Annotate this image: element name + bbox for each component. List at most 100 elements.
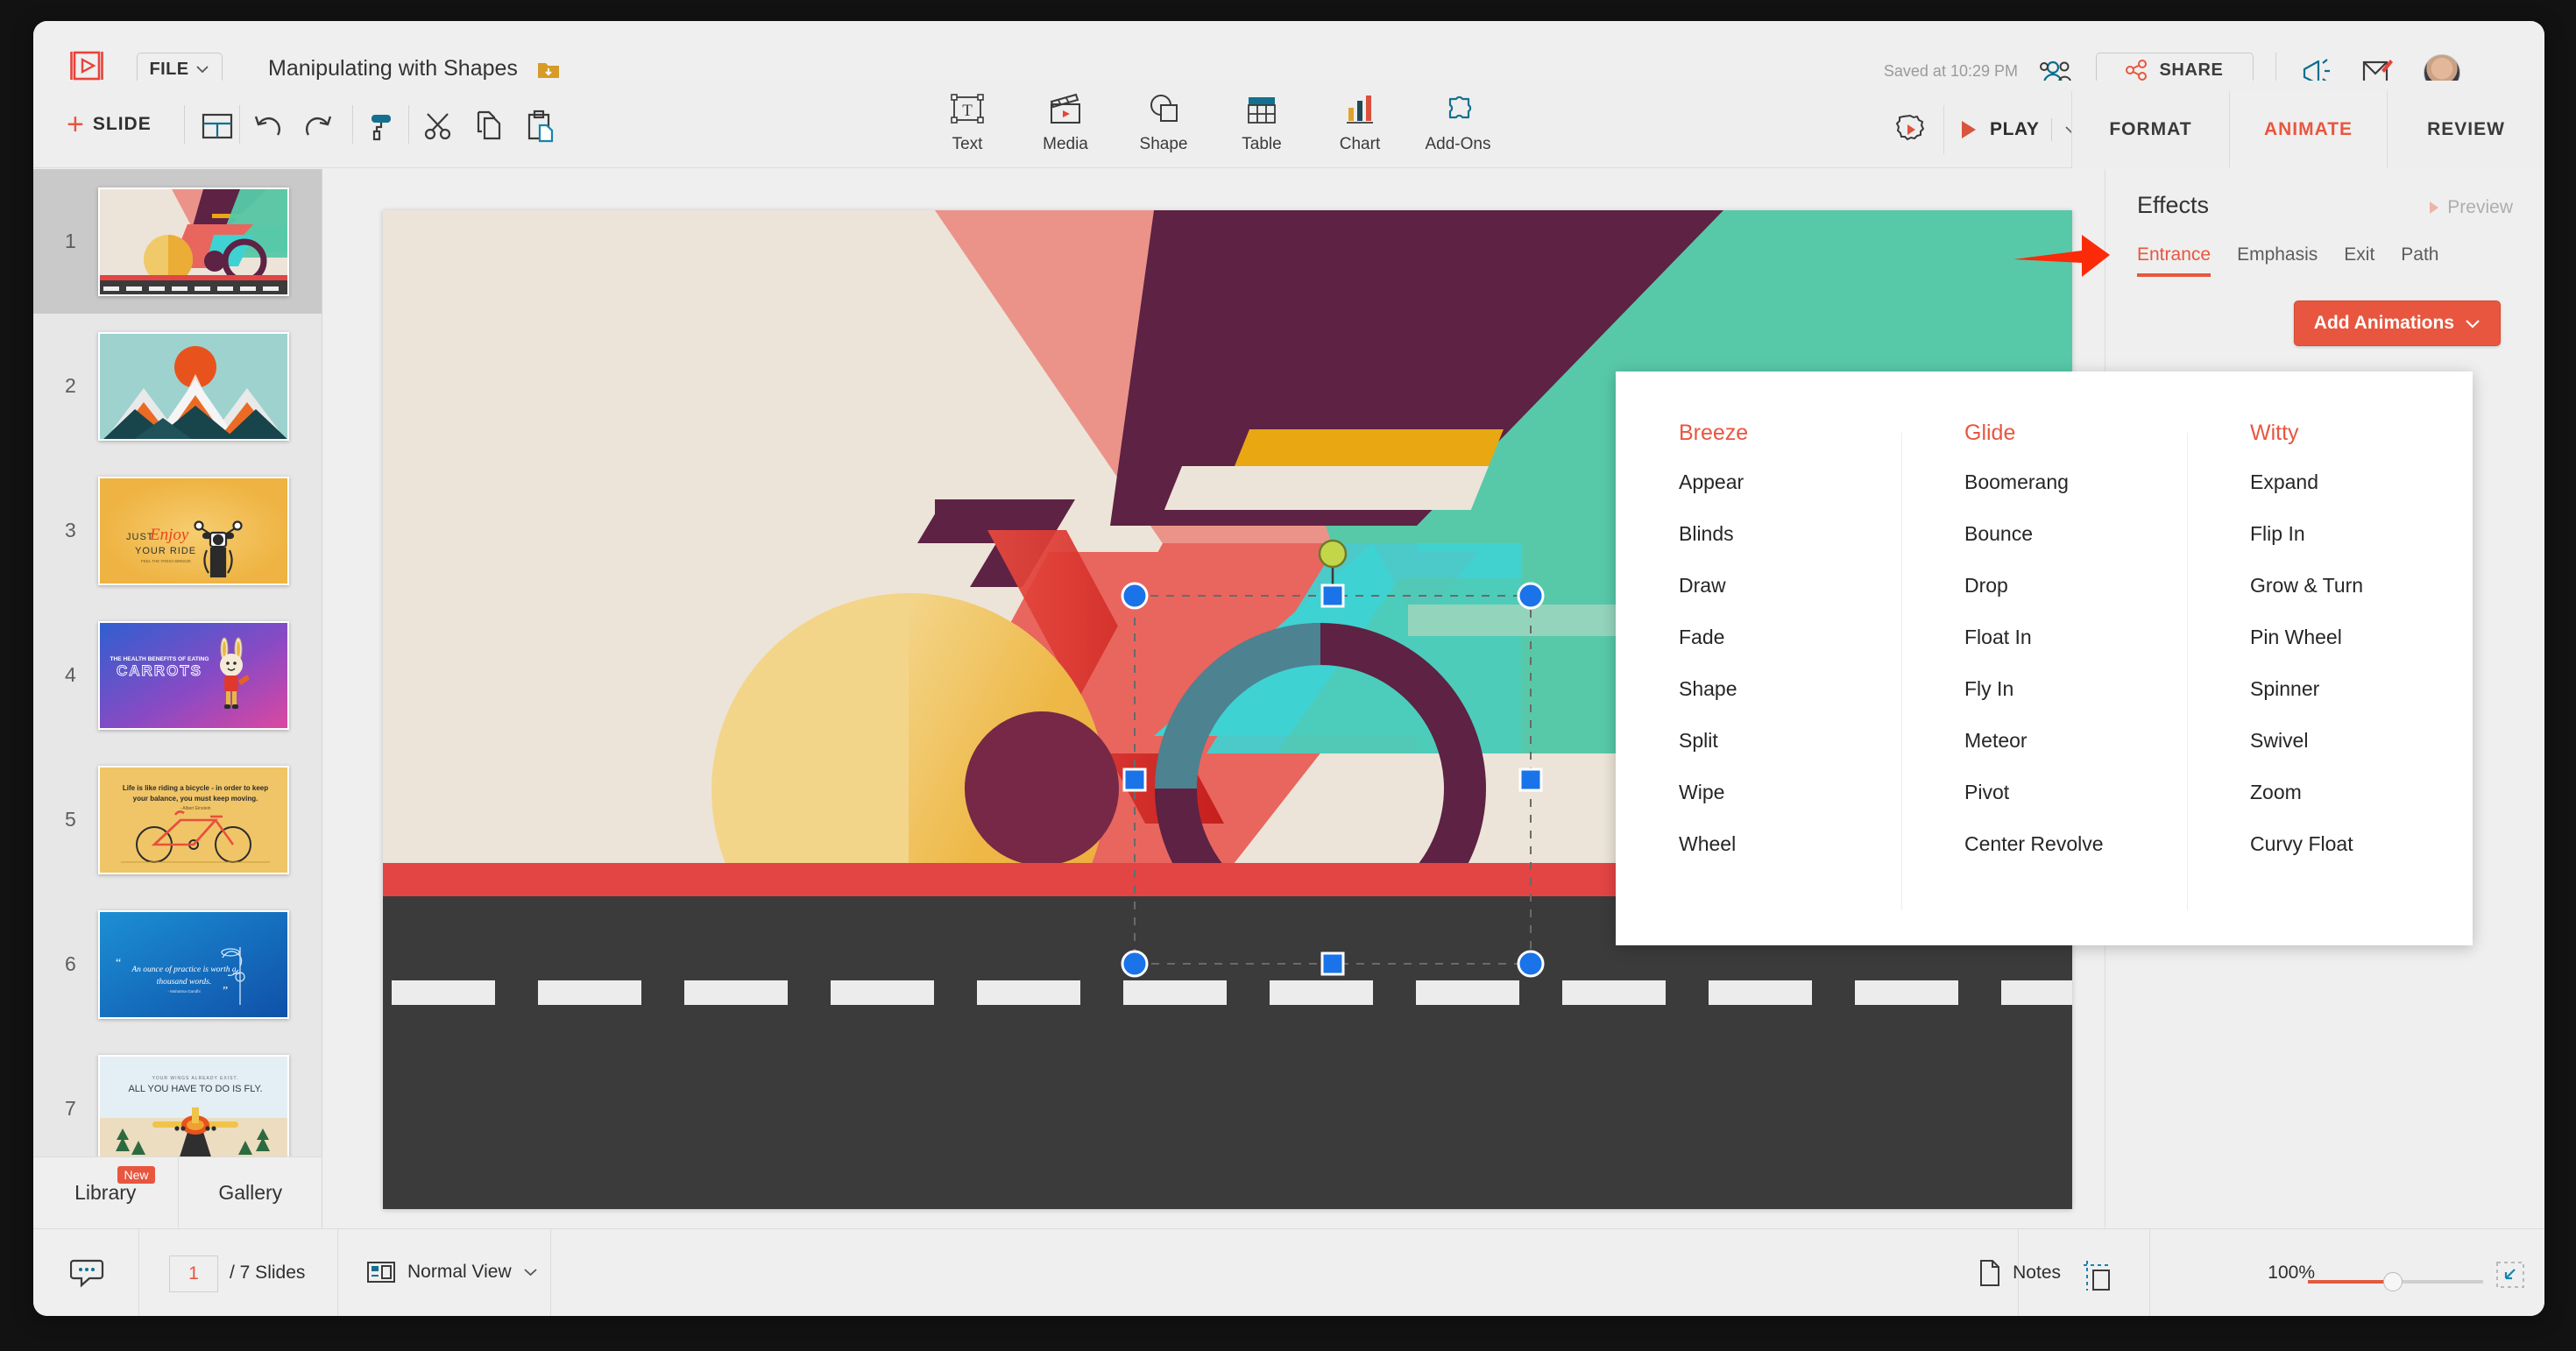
tab-exit[interactable]: Exit [2344,244,2374,277]
slide-total-label: / 7 Slides [230,1263,306,1283]
insert-shape-button[interactable]: Shape [1115,89,1213,154]
fit-to-screen-icon[interactable] [2495,1261,2525,1289]
play-triangle-icon [1962,121,1976,138]
animation-option[interactable]: Zoom [2250,781,2473,804]
tab-path[interactable]: Path [2401,244,2438,277]
tab-gallery[interactable]: Gallery [177,1157,322,1228]
slide-thumbnail-7[interactable]: 7 YOUR WINGS ALREADY EXIST. ALL YOU HAVE… [33,1036,322,1156]
notes-page-icon [1980,1260,2000,1286]
slide-number: 7 [65,1097,76,1120]
svg-text:Enjoy: Enjoy [149,526,189,544]
svg-text:thousand words.: thousand words. [157,978,211,987]
animation-option[interactable]: Meteor [1964,729,2187,753]
file-menu-label: FILE [149,59,189,79]
svg-text:FEEL THE FRESH BREEZE: FEEL THE FRESH BREEZE [141,559,191,563]
animation-option[interactable]: Fade [1679,626,1901,649]
slide-thumbnail-panel: 1 2 3 JUST Enjoy YOUR RIDE FEEL THE FRES… [33,169,322,1228]
svg-text:”: ” [223,985,228,998]
notes-button[interactable]: Notes [1978,1259,2061,1287]
animation-option[interactable]: Grow & Turn [2250,574,2473,598]
animation-option[interactable]: Swivel [2250,729,2473,753]
animation-option[interactable]: Pivot [1964,781,2187,804]
tab-emphasis[interactable]: Emphasis [2237,244,2318,277]
animation-option[interactable]: Float In [1964,626,2187,649]
animation-option[interactable]: Draw [1679,574,1901,598]
slide-list[interactable]: 1 2 3 JUST Enjoy YOUR RIDE FEEL THE FRES… [33,169,322,1156]
svg-text:- Albert Einstein: - Albert Einstein [180,806,210,811]
slide-number: 1 [65,230,76,252]
animation-option[interactable]: Expand [2250,470,2473,494]
insert-media-button[interactable]: Media [1016,89,1115,154]
insert-shape-label: Shape [1139,135,1188,153]
animation-option[interactable]: Center Revolve [1964,832,2187,856]
library-gallery-tabs: Library New Gallery [33,1156,322,1228]
media-clapperboard-icon [1046,89,1085,130]
preview-button[interactable]: Preview [2428,197,2513,218]
animation-option[interactable]: Split [1679,729,1901,753]
insert-table-button[interactable]: Table [1213,89,1311,154]
animation-option[interactable]: Boomerang [1964,470,2187,494]
document-title[interactable]: Manipulating with Shapes [268,56,518,81]
slide-thumbnail-3[interactable]: 3 JUST Enjoy YOUR RIDE FEEL THE FRESH BR… [33,458,322,603]
tab-animate[interactable]: ANIMATE [2229,91,2387,168]
animation-option[interactable]: Appear [1679,470,1901,494]
animation-effects-dropdown[interactable]: Breeze Appear Blinds Draw Fade Shape Spl… [1616,371,2473,945]
effects-heading: Effects [2137,192,2210,218]
bar-chart-icon [1341,89,1379,130]
tab-library[interactable]: Library New [33,1157,178,1228]
tab-review[interactable]: REVIEW [2387,91,2544,168]
column-title: Witty [2250,421,2299,445]
animation-option[interactable]: Fly In [1964,677,2187,701]
column-title: Glide [1964,421,2016,445]
paste-icon[interactable] [521,109,556,144]
tab-format[interactable]: FORMAT [2071,91,2229,168]
comment-icon[interactable] [70,1257,105,1289]
paint-roller-icon[interactable] [364,109,400,144]
current-slide-input[interactable]: 1 [169,1256,218,1292]
tab-library-label: Library [74,1181,137,1204]
tab-entrance[interactable]: Entrance [2137,244,2212,277]
top-bar: FILE Manipulating with Shapes Saved at 1… [33,21,2544,91]
slide-preview: JUST Enjoy YOUR RIDE FEEL THE FRESH BREE… [98,476,289,585]
slide-thumbnail-6[interactable]: 6 “ An ounce of practice is worth a thou… [33,892,322,1036]
insert-text-button[interactable]: T Text [918,89,1016,154]
slide-thumbnail-5[interactable]: 5 Life is like riding a bicycle - in ord… [33,747,322,892]
slide-number: 6 [65,952,76,975]
view-mode-selector[interactable]: Normal View [366,1259,538,1285]
saved-status: Saved at 10:29 PM [1883,62,2018,80]
chevron-down-icon [2466,319,2480,329]
insert-addons-label: Add-Ons [1425,135,1491,153]
scissors-icon[interactable] [421,109,456,144]
gear-play-icon[interactable] [1893,112,1928,147]
animation-option[interactable]: Spinner [2250,677,2473,701]
animation-option[interactable]: Blinds [1679,522,1901,546]
toolbar-divider [184,105,185,144]
animation-option[interactable]: Flip In [2250,522,2473,546]
slide-thumbnail-1[interactable]: 1 [33,169,322,314]
add-animations-label: Add Animations [2313,313,2454,333]
animation-option[interactable]: Shape [1679,677,1901,701]
slide-layout-icon[interactable] [200,109,235,144]
add-slide-button[interactable]: + SLIDE [67,110,152,139]
slide-thumbnail-2[interactable]: 2 [33,314,322,458]
insert-addons-button[interactable]: Add-Ons [1409,89,1507,154]
animation-option[interactable]: Wheel [1679,832,1901,856]
animation-option[interactable]: Curvy Float [2250,832,2473,856]
guides-icon[interactable] [2082,1259,2113,1292]
zoom-slider-knob[interactable] [2383,1272,2403,1291]
animation-option[interactable]: Wipe [1679,781,1901,804]
zoom-slider[interactable] [2308,1272,2483,1291]
undo-icon[interactable] [251,109,286,144]
folder-download-icon[interactable] [537,60,560,81]
copy-icon[interactable] [471,109,506,144]
insert-media-label: Media [1043,135,1088,153]
insert-chart-button[interactable]: Chart [1311,89,1409,154]
text-box-icon: T [948,89,987,130]
slide-thumbnail-4[interactable]: 4 THE HEALTH BENEFITS OF EATING CARROTS [33,603,322,747]
add-animations-button[interactable]: Add Animations [2293,301,2501,346]
animation-option[interactable]: Bounce [1964,522,2187,546]
animation-option[interactable]: Pin Wheel [2250,626,2473,649]
toolbar-divider [408,105,409,144]
animation-option[interactable]: Drop [1964,574,2187,598]
redo-icon[interactable] [301,109,336,144]
